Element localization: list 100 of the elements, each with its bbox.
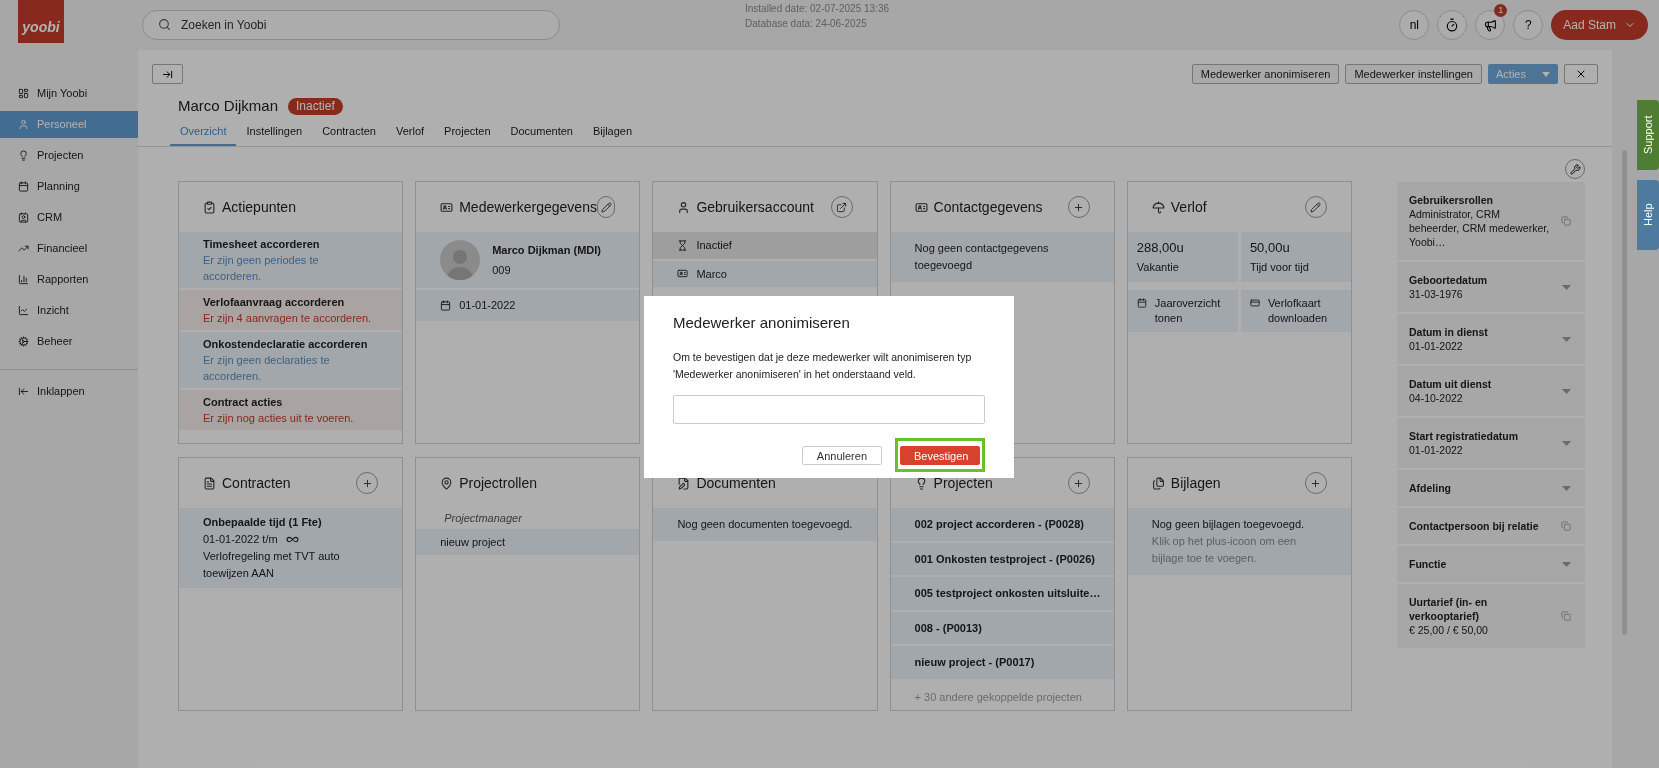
sidebar-item[interactable]: Mijn Yoobi — [0, 80, 138, 107]
support-tab[interactable]: Support — [1637, 100, 1659, 170]
dropdown-caret-icon — [1562, 388, 1571, 394]
confirm-button[interactable]: Bevestigen — [900, 446, 980, 466]
document-pen-icon — [677, 476, 691, 490]
leave-hours: 288,00u — [1136, 239, 1185, 257]
timer-button[interactable] — [1437, 10, 1468, 40]
sidebar-item[interactable]: Financieel — [0, 235, 138, 262]
dropdown-caret-icon — [1562, 561, 1571, 567]
sidebar-item[interactable]: Projecten — [0, 142, 138, 169]
action-title: Verlofaanvraag accorderen — [203, 295, 346, 310]
leave-link[interactable]: Jaaroverzicht tonen — [1127, 290, 1238, 332]
sidebar-item[interactable]: Inzicht — [0, 297, 138, 324]
plus-icon — [1073, 477, 1085, 489]
bar-chart-icon — [18, 274, 29, 285]
id-card-icon — [914, 200, 928, 214]
action-text: Er zijn geen declaraties te accorderen. — [203, 353, 331, 384]
card-icon — [1249, 298, 1260, 308]
action-button[interactable]: Medewerker anonimiseren — [1191, 64, 1340, 84]
project-item[interactable]: nieuw project - (P0017) — [890, 646, 1114, 679]
tab[interactable]: Bijlagen — [582, 120, 643, 146]
dialog-text: Om te bevestigen dat je deze medewerker wilt anonimiseren typ 'Medewerker anonimiseren' in het onderstaand veld. — [673, 349, 973, 382]
employee-number: 009 — [492, 263, 512, 278]
tab[interactable]: Documenten — [500, 120, 583, 146]
detail-field[interactable]: Gebruikersrollen Administrator, CRM beheerder, CRM medewerker, Yoobi… — [1397, 182, 1585, 260]
trend-line-icon — [18, 243, 29, 254]
leave-type: Tijd voor tijd — [1249, 260, 1310, 275]
action-item[interactable]: Timesheet accorderen Er zijn geen periodes te accorderen. — [179, 232, 403, 288]
install-info: Database data: 24-06-2025 — [745, 17, 868, 31]
field-label: Functie — [1409, 557, 1448, 571]
action-item[interactable]: Onkostendeclaratie accorderen Er zijn geen declaraties te accorderen. — [179, 332, 403, 388]
sidebar-item[interactable]: Planning — [0, 173, 138, 200]
role-project[interactable]: nieuw project — [416, 528, 640, 555]
dialog-title: Medewerker anonimiseren — [673, 313, 851, 333]
account-text: Marco — [696, 266, 727, 282]
person-icon — [677, 200, 691, 214]
action-item[interactable]: Contract acties Er zijn nog acties uit te voeren. — [179, 390, 403, 430]
detail-field[interactable]: Datum in dienst 01-01-2022 — [1397, 314, 1585, 364]
help-button[interactable]: ? — [1513, 10, 1544, 40]
field-value: 01-01-2022 — [1409, 339, 1464, 353]
confirm-input-field[interactable] — [673, 394, 985, 424]
logo[interactable]: yoobi — [18, 0, 64, 43]
project-item[interactable]: 002 project accorderen - (P0028) — [890, 508, 1114, 541]
pencil-icon — [600, 201, 612, 213]
empty-message: Nog geen bijlagen toegevoegd. — [1151, 517, 1306, 532]
sidebar-item[interactable]: Beheer — [0, 328, 138, 355]
detail-field[interactable]: Start registratiedatum 01-01-2022 — [1397, 418, 1585, 468]
contract-item[interactable]: Onbepaalde tijd (1 Fte) 01-01-2022 t/m Verlofregeling met TVT auto toewijzen AAN — [179, 508, 403, 588]
employee-name: Marco Dijkman (MDI) — [492, 242, 601, 258]
detail-field[interactable]: Contactpersoon bij relatie — [1397, 508, 1585, 544]
hourglass-icon — [677, 239, 689, 251]
avatar-icon — [440, 240, 481, 280]
card-title: Projecten — [933, 473, 993, 493]
project-item[interactable]: 001 Onkosten testproject - (P0026) — [890, 542, 1114, 575]
card-title: Actiepunten — [222, 197, 296, 217]
external-link-icon — [836, 201, 848, 213]
leave-link[interactable]: Verlofkaart downloaden — [1240, 290, 1351, 332]
cancel-button[interactable]: Annuleren — [801, 446, 882, 466]
dashboard-icon — [18, 88, 29, 99]
detail-field[interactable]: Geboortedatum 31-03-1976 — [1397, 262, 1585, 312]
empty-message: Nog geen contactgegevens toegevoegd — [890, 232, 1114, 282]
dropdown-caret-icon — [1562, 336, 1571, 342]
detail-field[interactable]: Datum uit dienst 04-10-2022 — [1397, 366, 1585, 416]
detail-field[interactable]: Uurtarief (in- en verkooptarief) € 25,00 / € 50,00 — [1397, 584, 1585, 648]
card-title: Documenten — [696, 473, 776, 493]
collapse-icon — [18, 386, 29, 397]
copy-icon — [1561, 216, 1571, 226]
card-title: Bijlagen — [1170, 473, 1221, 493]
tab[interactable]: Instellingen — [236, 120, 313, 146]
tab[interactable]: Verlof — [385, 120, 435, 146]
id-card-icon — [440, 200, 454, 214]
tab[interactable]: Projecten — [434, 120, 501, 146]
help-tab[interactable]: Help — [1637, 180, 1659, 250]
field-value: Administrator, CRM beheerder, CRM medewerker, Yoobi… — [1409, 207, 1551, 249]
leave-type: Vakantie — [1136, 260, 1180, 275]
detail-field[interactable]: Functie — [1397, 546, 1585, 582]
user-menu-button[interactable]: Aad Stam — [1551, 10, 1648, 40]
sidebar-item[interactable]: Rapporten — [0, 266, 138, 293]
caret-icon — [1542, 71, 1550, 77]
action-button[interactable]: Medewerker instellingen — [1345, 64, 1482, 84]
collapse-button[interactable]: Inklappen — [0, 378, 138, 405]
action-text: Er zijn nog acties uit te voeren. — [203, 411, 355, 426]
gear-icon — [18, 336, 29, 347]
stopwatch-icon — [1445, 18, 1460, 32]
project-item[interactable]: 005 testproject onkosten uitsluite… — [890, 577, 1114, 610]
detail-field[interactable]: Afdeling — [1397, 470, 1585, 506]
contract-details: Verlofregeling met TVT auto toewijzen AAN — [203, 549, 341, 581]
tab[interactable]: Contracten — [312, 120, 386, 146]
project-item[interactable]: 008 - (P0013) — [890, 611, 1114, 644]
calendar-icon — [1136, 298, 1147, 308]
field-value: 01-01-2022 — [1409, 443, 1464, 457]
action-item[interactable]: Verlofaanvraag accorderen Er zijn 4 aanvragen te accorderen. — [179, 290, 403, 330]
language-button[interactable]: nl — [1399, 10, 1430, 40]
account-text: Inactief — [696, 238, 732, 253]
line-chart-icon — [18, 305, 29, 316]
sidebar-item[interactable]: CRM — [0, 204, 138, 231]
expand-button[interactable] — [152, 64, 183, 84]
plus-icon — [1073, 201, 1085, 213]
start-date: 01-01-2022 — [459, 298, 516, 313]
search-field[interactable]: Zoeken in Yoobi — [142, 10, 560, 40]
